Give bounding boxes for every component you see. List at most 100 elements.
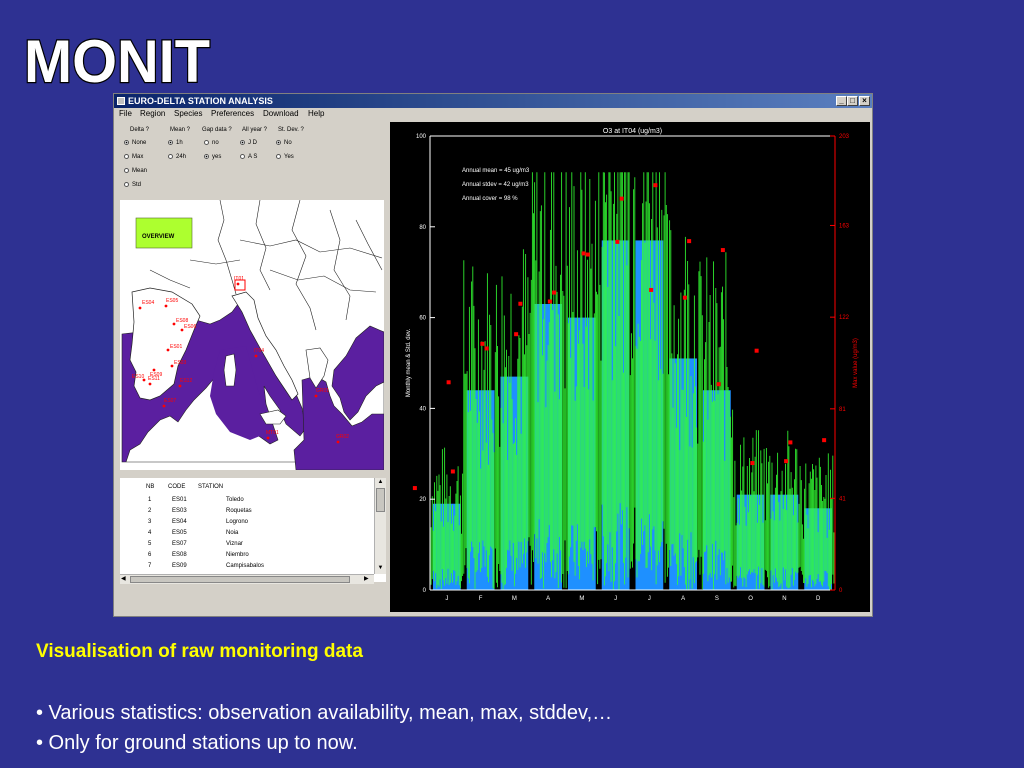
- station-marker-es06[interactable]: [180, 328, 184, 332]
- scroll-up-arrow-icon[interactable]: ▲: [376, 478, 385, 487]
- station-marker-es07[interactable]: [162, 404, 166, 408]
- menu-preferences[interactable]: Preferences: [211, 109, 254, 118]
- option-header-allyear: All year ?: [242, 127, 268, 133]
- station-label: MT01: [266, 430, 279, 436]
- chart-x-tick-label: S: [715, 596, 719, 602]
- chart-max-marker: [585, 252, 590, 257]
- chart-y-tick-label: 0: [423, 588, 427, 594]
- station-label: GR01: [316, 388, 329, 394]
- station-marker-es01[interactable]: [166, 348, 170, 352]
- station-label: ES06: [184, 324, 196, 330]
- radio-mean-1h[interactable]: 1h: [168, 140, 183, 146]
- station-marker-gr02[interactable]: [336, 440, 340, 444]
- chart-x-tick-label: M: [512, 596, 517, 602]
- chart-y-tick-label: 40: [419, 406, 426, 412]
- scroll-thumb[interactable]: [376, 488, 385, 512]
- station-map[interactable]: OVERVIEW ES01 ES03 ES04 ES05 ES06 ES07 E…: [120, 200, 384, 470]
- menu-file[interactable]: File: [119, 109, 132, 118]
- option-header-gap: Gap data ?: [202, 127, 232, 133]
- chart-x-tick-label: D: [816, 596, 821, 602]
- scroll-right-arrow-icon[interactable]: ▶: [364, 575, 372, 584]
- station-marker-es11[interactable]: [148, 382, 152, 386]
- chart-annotation: Annual cover = 98 %: [462, 196, 518, 202]
- chart-x-tick-label: M: [579, 596, 584, 602]
- radio-stdev-no[interactable]: No: [276, 140, 292, 146]
- chart-y-tick-label: 20: [419, 497, 426, 503]
- table-header-code: CODE: [168, 484, 186, 490]
- station-marker-it01[interactable]: [236, 282, 240, 286]
- option-header-mean: Mean ?: [170, 127, 191, 133]
- radio-mean-24h[interactable]: 24h: [168, 154, 186, 160]
- radio-icon: [204, 140, 209, 145]
- radio-icon: [168, 140, 173, 145]
- station-marker-it04[interactable]: [254, 354, 258, 358]
- station-marker-es04[interactable]: [138, 306, 142, 310]
- sardinia-land: [223, 353, 237, 387]
- close-button[interactable]: ×: [859, 96, 870, 106]
- window-titlebar: EURO-DELTA STATION ANALYSIS _ □ ×: [114, 94, 872, 108]
- radio-icon: [124, 154, 129, 159]
- station-label: ES12: [180, 378, 192, 384]
- menu-species[interactable]: Species: [174, 109, 202, 118]
- station-marker-es08[interactable]: [172, 322, 176, 326]
- chart-max-marker: [518, 301, 523, 306]
- chart-max-marker: [788, 440, 793, 445]
- caption-heading: Visualisation of raw monitoring data: [36, 641, 363, 662]
- app-window: EURO-DELTA STATION ANALYSIS _ □ × File R…: [113, 93, 873, 617]
- chart-y-tick-label: 80: [419, 225, 426, 231]
- chart-max-marker: [450, 469, 455, 474]
- chart-y2-tick-label: 163: [839, 223, 850, 229]
- chart-max-marker: [682, 295, 687, 300]
- menu-bar: File Region Species Preferences Download…: [114, 108, 872, 120]
- radio-delta-max[interactable]: Max: [124, 154, 143, 160]
- chart-max-marker: [514, 332, 519, 337]
- radio-gap-yes[interactable]: yes: [204, 154, 221, 160]
- menu-help[interactable]: Help: [308, 109, 324, 118]
- table-horizontal-scrollbar[interactable]: ◀ ▶: [120, 574, 374, 584]
- chart-x-tick-label: N: [782, 596, 786, 602]
- station-label: ES04: [142, 300, 154, 306]
- chart-max-marker: [750, 461, 755, 466]
- station-label: ES10: [132, 374, 144, 380]
- radio-delta-std[interactable]: Std: [124, 182, 141, 188]
- scroll-down-arrow-icon[interactable]: ▼: [376, 564, 385, 573]
- chart-y-tick-label: 60: [419, 316, 426, 322]
- station-marker-mt01[interactable]: [266, 436, 270, 440]
- chart-max-marker: [615, 239, 620, 244]
- window-title: EURO-DELTA STATION ANALYSIS: [128, 96, 273, 106]
- station-marker-es09[interactable]: [152, 368, 156, 372]
- chart-max-marker: [412, 486, 417, 491]
- radio-delta-mean[interactable]: Mean: [124, 168, 147, 174]
- radio-stdev-yes[interactable]: Yes: [276, 154, 294, 160]
- table-header-station: STATION: [198, 484, 224, 490]
- station-marker-es05[interactable]: [164, 304, 168, 308]
- station-marker-gr01[interactable]: [314, 394, 318, 398]
- station-chart: 0 20 40 60 80 100 0 41 81 122 163 203 J F M A M J J A S O N D O3…: [390, 122, 870, 612]
- menu-download[interactable]: Download: [263, 109, 299, 118]
- radio-allyear-jd[interactable]: J D: [240, 140, 257, 146]
- radio-delta-none[interactable]: None: [124, 140, 146, 146]
- scroll-thumb[interactable]: [130, 576, 350, 583]
- bullet-statistics: • Various statistics: observation availa…: [36, 702, 613, 724]
- scroll-left-arrow-icon[interactable]: ◀: [121, 575, 129, 584]
- chart-x-tick-label: J: [614, 596, 617, 602]
- table-vertical-scrollbar[interactable]: ▲ ▼: [374, 478, 386, 574]
- table-header-nb: NB: [146, 484, 155, 490]
- station-table[interactable]: NB CODE STATION 1 ES01 Toledo 2 ES03 Roq…: [120, 478, 386, 582]
- app-icon: [117, 97, 125, 105]
- radio-icon: [240, 140, 245, 145]
- chart-hourly-series: [429, 172, 835, 590]
- menu-region[interactable]: Region: [140, 109, 165, 118]
- station-label: ES11: [148, 376, 160, 382]
- radio-allyear-as[interactable]: A S: [240, 154, 257, 160]
- station-marker-es03[interactable]: [170, 364, 174, 368]
- station-marker-es12[interactable]: [178, 384, 182, 388]
- maximize-button[interactable]: □: [847, 96, 858, 106]
- overview-box[interactable]: [135, 217, 193, 249]
- minimize-button[interactable]: _: [836, 96, 847, 106]
- chart-y2-tick-label: 41: [839, 496, 846, 502]
- overview-label: OVERVIEW: [142, 234, 175, 240]
- radio-icon: [124, 182, 129, 187]
- radio-gap-no[interactable]: no: [204, 140, 219, 146]
- radio-icon: [276, 140, 281, 145]
